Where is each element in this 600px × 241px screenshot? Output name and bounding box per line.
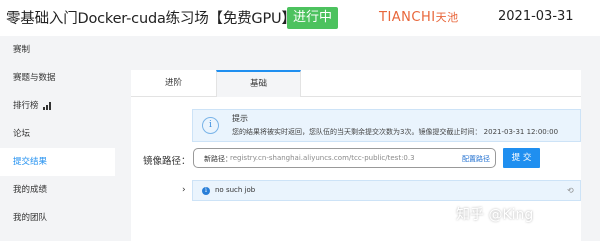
path-prefix: 新路径： bbox=[204, 155, 232, 163]
sidebar-item-label: 赛题与数据 bbox=[13, 73, 56, 83]
sidebar-item-label: 赛制 bbox=[13, 45, 31, 55]
sidebar-item-label: 我的团队 bbox=[13, 213, 48, 223]
status-badge: 进行中 bbox=[287, 7, 339, 29]
sidebar-item-submit-results[interactable]: 提交结果 bbox=[0, 148, 115, 176]
mirror-path-label: 镜像路径： bbox=[143, 156, 191, 167]
info-icon: i bbox=[202, 187, 210, 195]
sidebar-item-forum[interactable]: 论坛 bbox=[0, 120, 115, 148]
tab-advanced[interactable]: 进阶 bbox=[131, 70, 216, 97]
job-status-text: no such job bbox=[215, 186, 256, 194]
tianchi-logo[interactable]: TIANCHI天池 bbox=[379, 9, 459, 25]
sidebar-item-label: 排行榜 bbox=[13, 101, 39, 111]
path-value[interactable]: registry.cn-shanghai.aliyuncs.com/tcc-pu… bbox=[230, 154, 415, 162]
sidebar-item-label: 提交结果 bbox=[13, 157, 48, 167]
logo-cn: 天池 bbox=[435, 11, 459, 24]
sidebar-item-label: 我的成绩 bbox=[13, 185, 48, 195]
sidebar-item-leaderboard[interactable]: 排行榜 bbox=[0, 92, 115, 120]
sidebar-item-label: 论坛 bbox=[13, 129, 31, 139]
mirror-path-input[interactable]: 新路径： registry.cn-shanghai.aliyuncs.com/t… bbox=[193, 148, 496, 168]
notice-box: i 提示 您的结果将被实时返回，您队伍的当天剩余提交次数为3次。镜像提交截止时间… bbox=[192, 109, 581, 142]
watermark: 知乎 @King bbox=[456, 207, 534, 223]
notice-text: 您的结果将被实时返回，您队伍的当天剩余提交次数为3次。镜像提交截止时间： 202… bbox=[232, 128, 559, 136]
sidebar-item-my-scores[interactable]: 我的成绩 bbox=[0, 176, 115, 204]
sidebar-item-rules[interactable]: 赛制 bbox=[0, 36, 115, 64]
sidebar-item-my-team[interactable]: 我的团队 bbox=[0, 204, 115, 232]
bar-chart-icon bbox=[42, 101, 51, 110]
logo-text: TIANCHI bbox=[379, 10, 436, 25]
date-text: 2021-03-31 bbox=[498, 9, 574, 24]
sidebar-item-problem-data[interactable]: 赛题与数据 bbox=[0, 64, 115, 92]
config-path-link[interactable]: 配置路径 bbox=[462, 154, 490, 164]
sidebar: 赛制 赛题与数据 排行榜 论坛 提交结果 我的成绩 我的团队 bbox=[0, 36, 115, 241]
info-icon: i bbox=[202, 117, 219, 134]
page-title: 零基础入门Docker-cuda练习场【免费GPU】 bbox=[6, 11, 296, 27]
refresh-icon[interactable]: ⟲ bbox=[567, 186, 574, 195]
chevron-right-icon[interactable]: › bbox=[182, 185, 186, 195]
job-status-box: i no such job ⟲ bbox=[192, 180, 581, 201]
header: 零基础入门Docker-cuda练习场【免费GPU】 进行中 TIANCHI天池… bbox=[0, 0, 600, 36]
submit-button[interactable]: 提 交 bbox=[503, 148, 540, 168]
notice-title: 提示 bbox=[232, 114, 248, 123]
tab-basic[interactable]: 基础 bbox=[216, 70, 301, 97]
tab-bar: 进阶 基础 bbox=[131, 70, 581, 97]
